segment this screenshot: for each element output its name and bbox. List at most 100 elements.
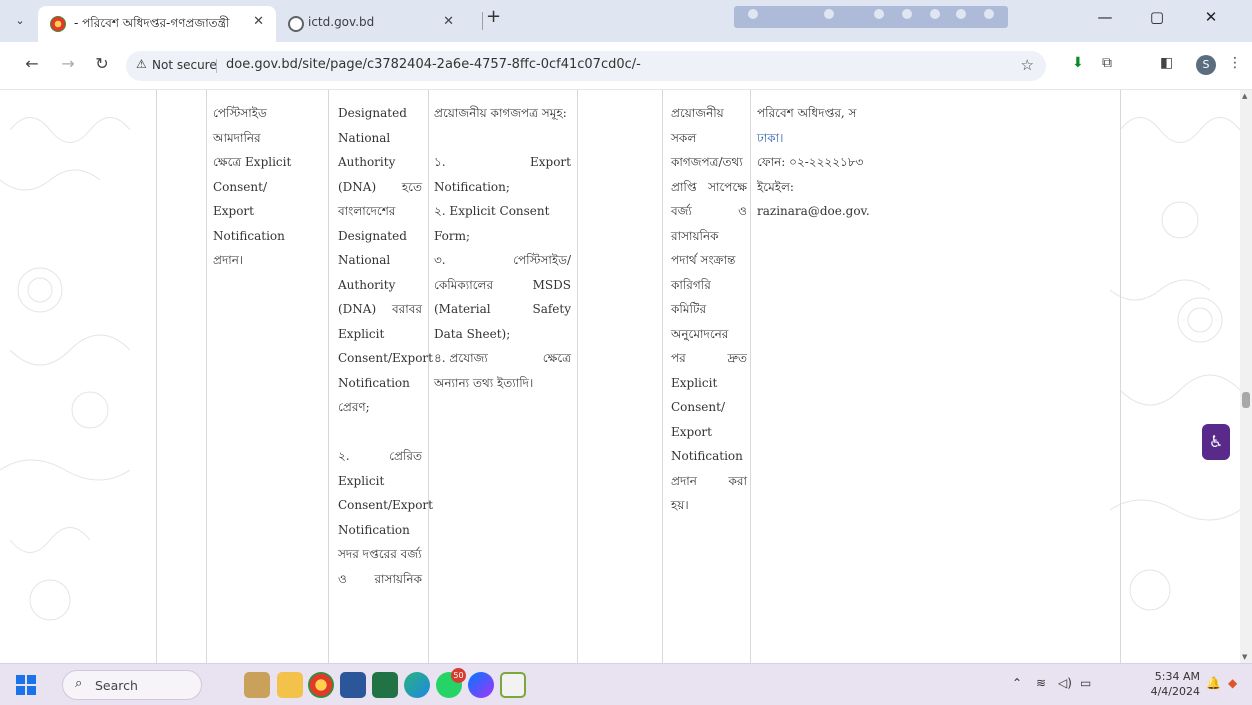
- cell-line: Explicit: [671, 375, 718, 390]
- browser-toolbar: ← → ↻ ⚠ Not secure doe.gov.bd/site/page/…: [0, 42, 1252, 90]
- scroll-down-arrow-icon[interactable]: ▼: [1242, 653, 1247, 661]
- warning-triangle-icon: ⚠: [136, 57, 147, 71]
- cell-line-start: বর্জ্য: [671, 204, 692, 218]
- forward-arrow-icon[interactable]: →: [56, 54, 80, 73]
- maximize-button[interactable]: ▢: [1142, 8, 1172, 26]
- table-cell: প্রয়োজনীয় কাগজপত্র সমূহ: ১. Export Notif…: [434, 101, 571, 395]
- cell-line-start: (DNA): [338, 302, 377, 316]
- show-hidden-icons-chevron-icon[interactable]: ⌃: [1012, 676, 1022, 690]
- tab-doe[interactable]: - পরিবেশ অধিদপ্তর-গণপ্রজাতন্ত্রী ✕: [38, 6, 276, 42]
- minimize-button[interactable]: —: [1090, 8, 1120, 26]
- cell-line: ও রাসায়নিক: [338, 567, 422, 592]
- cell-line: প্রদান।: [213, 253, 244, 267]
- cell-line: Designated: [338, 106, 407, 120]
- cell-line-start: ৪. প্রযোজ্য: [434, 351, 488, 365]
- windows-start-button[interactable]: [16, 675, 36, 695]
- word-icon[interactable]: [340, 672, 366, 698]
- excel-icon[interactable]: [372, 672, 398, 698]
- cell-line-end: MSDS: [532, 277, 571, 292]
- cell-line-end: ক্ষেত্রে: [542, 351, 571, 365]
- cell-line: প্রয়োজনীয়: [671, 106, 724, 120]
- table-cell: প্রয়োজনীয় সকল কাগজপত্র/তথ্য প্রাপ্তি সাপেক…: [671, 101, 747, 518]
- cell-line: Consent/Export: [338, 351, 433, 365]
- cell-line: পরিবেশ অধিদপ্তর, স: [757, 106, 857, 120]
- file-explorer-icon[interactable]: [277, 672, 303, 698]
- cell-line-end: Export: [530, 155, 571, 169]
- cell-line-end: হতে: [401, 179, 422, 194]
- wifi-icon[interactable]: ≋: [1036, 676, 1046, 690]
- cell-line-start: পর: [671, 351, 686, 365]
- bookmark-star-icon[interactable]: ☆: [1021, 56, 1034, 74]
- tab-close-icon[interactable]: ✕: [443, 14, 454, 29]
- address-bar[interactable]: ⚠ Not secure doe.gov.bd/site/page/c37824…: [126, 51, 1046, 81]
- windows-taskbar: ⌕ Search 50 ⌃ ≋ ◁) ▭ 5:34 AM 4/4/2024 🔔 …: [0, 663, 1252, 705]
- cell-line: ক্ষেত্রে Explicit: [213, 155, 292, 169]
- more-menu-icon[interactable]: ⋮: [1228, 55, 1242, 71]
- reload-icon[interactable]: ↻: [90, 54, 114, 73]
- tab-search-chevron-icon[interactable]: ⌄: [10, 11, 30, 31]
- cell-line-end: বরাবর: [391, 302, 422, 316]
- table-column-documents: প্রয়োজনীয় কাগজপত্র সমূহ: ১. Export Notif…: [429, 90, 578, 663]
- language-toolbar[interactable]: [734, 6, 1008, 28]
- accessibility-button[interactable]: ♿: [1202, 424, 1230, 460]
- cell-line: Explicit: [338, 473, 385, 488]
- notifications-bell-icon[interactable]: 🔔: [1206, 676, 1221, 690]
- cell-line: [434, 126, 571, 151]
- table-column-serial: [157, 90, 207, 663]
- download-icon[interactable]: ⬇: [1072, 55, 1084, 71]
- cell-line: প্রেরণ;: [338, 400, 370, 414]
- edge-icon[interactable]: [404, 672, 430, 698]
- cell-line-end: করা: [728, 473, 747, 488]
- tab-ictd[interactable]: ictd.gov.bd ✕: [276, 6, 502, 42]
- cell-line: Consent/: [213, 179, 267, 194]
- cell-line: (DNA) বরাবর: [338, 297, 422, 322]
- deer-widget-icon[interactable]: [244, 672, 270, 698]
- globe-favicon-icon: [288, 16, 304, 32]
- cell-line: National: [338, 253, 391, 267]
- cell-line: হয়।: [671, 498, 689, 512]
- scroll-up-arrow-icon[interactable]: ▲: [1242, 92, 1247, 100]
- cell-line: Export: [213, 204, 254, 218]
- profile-avatar[interactable]: S: [1196, 55, 1216, 75]
- cell-line: রাসায়নিক: [671, 228, 719, 243]
- cell-line-end: দ্রুত: [727, 351, 747, 365]
- notepad-icon[interactable]: [500, 672, 526, 698]
- cell-line: National: [338, 130, 391, 145]
- page-scrollbar[interactable]: ▲ ▼: [1240, 90, 1252, 663]
- cell-line-start: ২.: [338, 449, 350, 463]
- extensions-icon[interactable]: ⧉: [1102, 55, 1112, 71]
- tab-close-icon[interactable]: ✕: [253, 14, 264, 29]
- back-arrow-icon[interactable]: ←: [20, 54, 44, 73]
- cell-line: Authority: [338, 277, 396, 292]
- whatsapp-icon[interactable]: 50: [436, 668, 466, 698]
- battery-icon[interactable]: ▭: [1080, 676, 1091, 690]
- tab-title: ictd.gov.bd: [308, 15, 375, 29]
- cell-line: ১. Export: [434, 150, 571, 175]
- service-table: পেস্টিসাইড আমদানির ক্ষেত্রে Explicit Consen…: [156, 90, 1121, 663]
- side-panel-icon[interactable]: ◧: [1160, 55, 1173, 71]
- cell-line: বাংলাদেশের: [338, 204, 396, 218]
- cell-line-start: (Material: [434, 302, 491, 316]
- cell-line: Data Sheet);: [434, 326, 511, 341]
- chrome-icon[interactable]: [308, 672, 334, 698]
- cell-line-start: (DNA): [338, 179, 377, 194]
- messenger-icon[interactable]: [468, 672, 494, 698]
- cell-line: ঢাকা।: [757, 130, 784, 145]
- cell-line: (DNA) হতে: [338, 175, 422, 200]
- close-window-button[interactable]: ✕: [1196, 8, 1226, 26]
- scrollbar-thumb[interactable]: [1242, 392, 1250, 408]
- volume-icon[interactable]: ◁): [1058, 676, 1072, 690]
- cell-line: Notification: [338, 375, 410, 390]
- cell-line: ফোন: ০২-২২২২১৮৩: [757, 155, 864, 169]
- new-tab-button[interactable]: +: [486, 6, 501, 27]
- url-text[interactable]: doe.gov.bd/site/page/c3782404-2a6e-4757-…: [226, 57, 641, 72]
- not-secure-label[interactable]: Not secure: [152, 58, 217, 72]
- search-icon: ⌕: [75, 676, 83, 691]
- table-cell: পরিবেশ অধিদপ্তর, স ঢাকা। ফোন: ০২-২২২২১৮৩ ইম…: [757, 101, 1117, 224]
- system-clock[interactable]: 5:34 AM 4/4/2024: [1140, 669, 1200, 699]
- cell-line: ৩. পেস্টিসাইড/: [434, 248, 571, 273]
- cell-line: Consent/Export: [338, 498, 433, 512]
- copilot-icon[interactable]: ◆: [1228, 676, 1237, 690]
- taskbar-search[interactable]: ⌕ Search: [62, 670, 202, 700]
- cell-line-start: ৩.: [434, 253, 446, 267]
